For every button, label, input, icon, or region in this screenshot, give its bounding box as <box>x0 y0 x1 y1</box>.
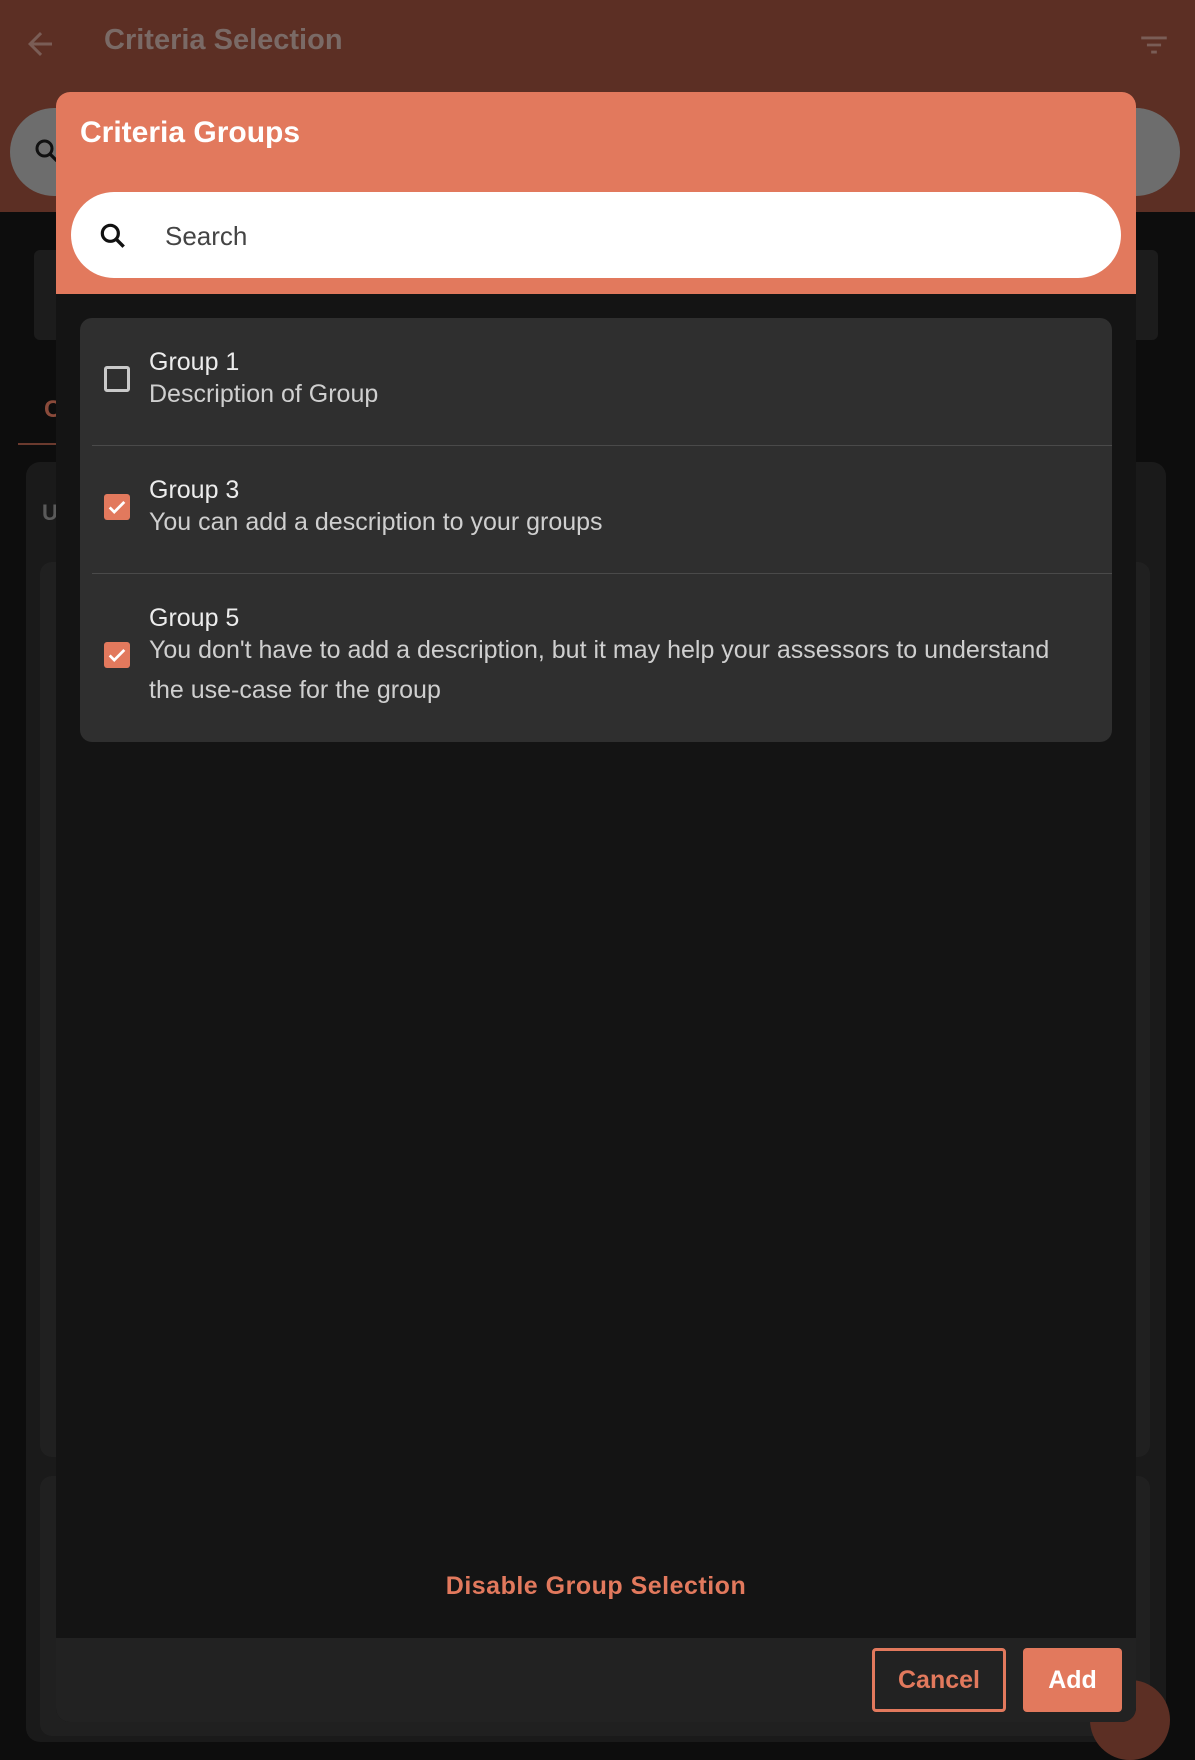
group-list: Group 1 Description of Group Group 3 You… <box>80 318 1112 742</box>
dialog-search-bar[interactable] <box>71 192 1121 280</box>
dialog-footer: Cancel Add <box>56 1638 1136 1722</box>
disable-group-selection-button[interactable]: Disable Group Selection <box>56 1572 1136 1601</box>
group-description: You don't have to add a description, but… <box>149 636 1050 704</box>
search-input[interactable] <box>163 192 1097 280</box>
group-checkbox[interactable] <box>104 642 130 668</box>
dialog-header: Criteria Groups <box>56 92 1136 294</box>
list-item[interactable]: Group 3 You can add a description to you… <box>80 446 1112 573</box>
group-description: Description of Group <box>149 380 379 408</box>
arrow-back-icon[interactable] <box>22 26 58 62</box>
checkmark-icon <box>108 648 126 662</box>
group-description: You can add a description to your groups <box>149 508 603 536</box>
group-checkbox[interactable] <box>104 494 130 520</box>
app-title: Criteria Selection <box>104 24 343 56</box>
filter-icon[interactable] <box>1137 28 1171 62</box>
group-title: Group 5 <box>149 604 240 632</box>
group-title: Group 1 <box>149 348 240 376</box>
criteria-groups-dialog: Criteria Groups Group 1 Description of G… <box>56 92 1136 1722</box>
checkmark-icon <box>108 500 126 514</box>
search-icon <box>100 223 125 248</box>
dialog-title: Criteria Groups <box>80 116 301 149</box>
list-item[interactable]: Group 1 Description of Group <box>80 318 1112 445</box>
add-button[interactable]: Add <box>1023 1648 1122 1712</box>
group-checkbox[interactable] <box>104 366 130 392</box>
group-title: Group 3 <box>149 476 240 504</box>
list-item[interactable]: Group 5 You don't have to add a descript… <box>80 574 1112 742</box>
cancel-button[interactable]: Cancel <box>872 1648 1006 1712</box>
